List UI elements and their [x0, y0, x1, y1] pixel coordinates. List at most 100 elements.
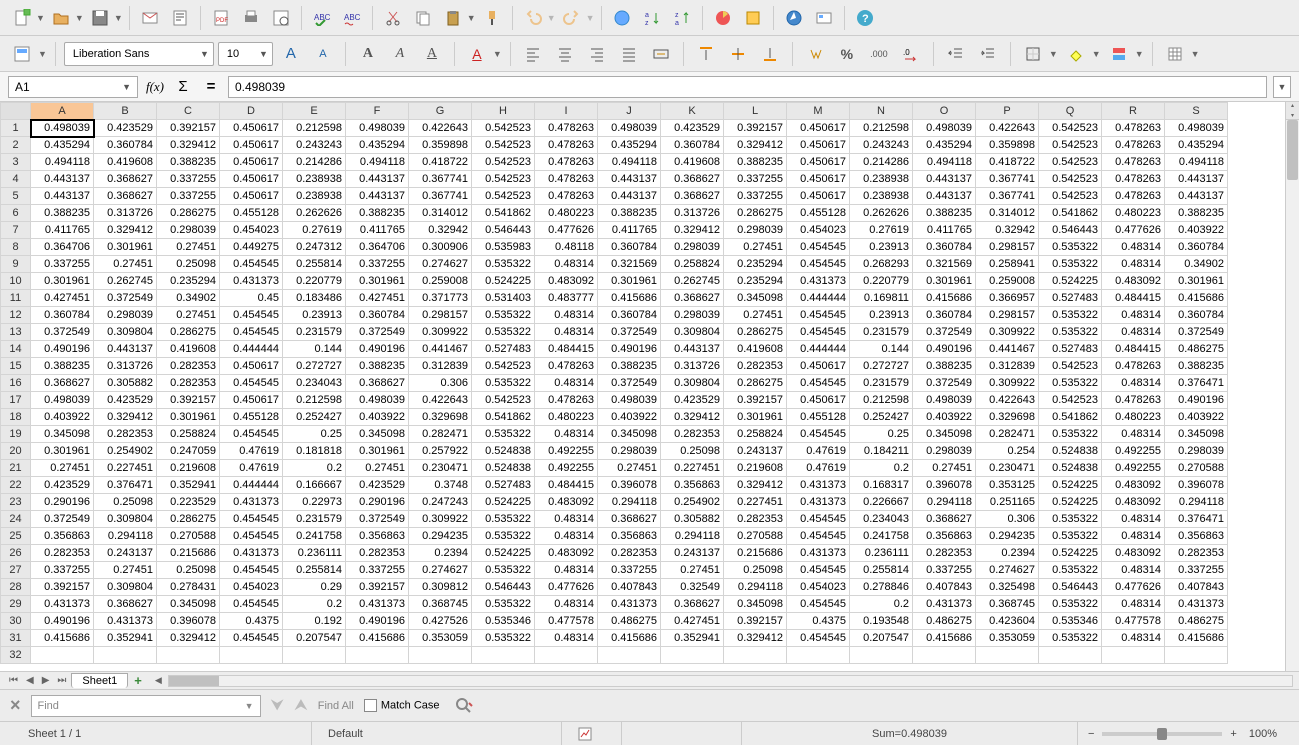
- cell-R29[interactable]: 0.48314: [1102, 596, 1165, 613]
- cell-D19[interactable]: 0.454545: [220, 426, 283, 443]
- cell-H5[interactable]: 0.542523: [472, 188, 535, 205]
- cell-Q32[interactable]: [1039, 647, 1102, 664]
- col-header-F[interactable]: F: [346, 103, 409, 120]
- cell-F18[interactable]: 0.403922: [346, 409, 409, 426]
- cell-C24[interactable]: 0.286275: [157, 511, 220, 528]
- cell-E17[interactable]: 0.212598: [283, 392, 346, 409]
- cell-H7[interactable]: 0.546443: [472, 222, 535, 239]
- cell-B19[interactable]: 0.282353: [94, 426, 157, 443]
- cell-J7[interactable]: 0.411765: [598, 222, 661, 239]
- cell-K16[interactable]: 0.309804: [661, 375, 724, 392]
- row-header-2[interactable]: 2: [1, 137, 31, 154]
- cell-E22[interactable]: 0.166667: [283, 477, 346, 494]
- cell-M5[interactable]: 0.450617: [787, 188, 850, 205]
- cell-P6[interactable]: 0.314012: [976, 205, 1039, 222]
- cell-F32[interactable]: [346, 647, 409, 664]
- cell-G27[interactable]: 0.274627: [409, 562, 472, 579]
- cell-S23[interactable]: 0.294118: [1165, 494, 1228, 511]
- cell-A30[interactable]: 0.490196: [31, 613, 94, 630]
- edit-icon[interactable]: [166, 4, 194, 32]
- cell-A32[interactable]: [31, 647, 94, 664]
- cell-P1[interactable]: 0.422643: [976, 120, 1039, 137]
- cell-O9[interactable]: 0.321569: [913, 256, 976, 273]
- cell-M14[interactable]: 0.444444: [787, 341, 850, 358]
- col-header-E[interactable]: E: [283, 103, 346, 120]
- cell-S30[interactable]: 0.486275: [1165, 613, 1228, 630]
- cell-L10[interactable]: 0.235294: [724, 273, 787, 290]
- cell-S25[interactable]: 0.356863: [1165, 528, 1228, 545]
- cell-R25[interactable]: 0.48314: [1102, 528, 1165, 545]
- cell-A28[interactable]: 0.392157: [31, 579, 94, 596]
- cell-L18[interactable]: 0.301961: [724, 409, 787, 426]
- cell-G14[interactable]: 0.441467: [409, 341, 472, 358]
- cell-M9[interactable]: 0.454545: [787, 256, 850, 273]
- cell-R31[interactable]: 0.48314: [1102, 630, 1165, 647]
- col-header-J[interactable]: J: [598, 103, 661, 120]
- cell-A14[interactable]: 0.490196: [31, 341, 94, 358]
- cell-B3[interactable]: 0.419608: [94, 154, 157, 171]
- cell-C4[interactable]: 0.337255: [157, 171, 220, 188]
- cell-D20[interactable]: 0.47619: [220, 443, 283, 460]
- cell-I8[interactable]: 0.48118: [535, 239, 598, 256]
- cell-L8[interactable]: 0.27451: [724, 239, 787, 256]
- cell-R19[interactable]: 0.48314: [1102, 426, 1165, 443]
- cell-P9[interactable]: 0.258941: [976, 256, 1039, 273]
- redo-icon[interactable]: [558, 4, 586, 32]
- cell-D8[interactable]: 0.449275: [220, 239, 283, 256]
- cell-M30[interactable]: 0.4375: [787, 613, 850, 630]
- cell-N26[interactable]: 0.236111: [850, 545, 913, 562]
- align-left-icon[interactable]: [519, 40, 547, 68]
- cell-D16[interactable]: 0.454545: [220, 375, 283, 392]
- cell-I3[interactable]: 0.478263: [535, 154, 598, 171]
- cell-C21[interactable]: 0.219608: [157, 460, 220, 477]
- cell-M29[interactable]: 0.454545: [787, 596, 850, 613]
- cell-L9[interactable]: 0.235294: [724, 256, 787, 273]
- cell-R28[interactable]: 0.477626: [1102, 579, 1165, 596]
- cell-F8[interactable]: 0.364706: [346, 239, 409, 256]
- cell-N25[interactable]: 0.241758: [850, 528, 913, 545]
- cell-B32[interactable]: [94, 647, 157, 664]
- cell-S27[interactable]: 0.337255: [1165, 562, 1228, 579]
- cell-H18[interactable]: 0.541862: [472, 409, 535, 426]
- cell-A1[interactable]: 0.498039: [31, 120, 94, 137]
- cell-K10[interactable]: 0.262745: [661, 273, 724, 290]
- cell-Q26[interactable]: 0.524225: [1039, 545, 1102, 562]
- col-header-N[interactable]: N: [850, 103, 913, 120]
- cell-C32[interactable]: [157, 647, 220, 664]
- cell-K1[interactable]: 0.423529: [661, 120, 724, 137]
- cell-F24[interactable]: 0.372549: [346, 511, 409, 528]
- cell-L14[interactable]: 0.419608: [724, 341, 787, 358]
- cell-J26[interactable]: 0.282353: [598, 545, 661, 562]
- status-sig-icon[interactable]: [562, 722, 622, 745]
- cell-J25[interactable]: 0.356863: [598, 528, 661, 545]
- cell-H8[interactable]: 0.535983: [472, 239, 535, 256]
- row-header-7[interactable]: 7: [1, 222, 31, 239]
- cell-S4[interactable]: 0.443137: [1165, 171, 1228, 188]
- cell-B31[interactable]: 0.352941: [94, 630, 157, 647]
- cell-N27[interactable]: 0.255814: [850, 562, 913, 579]
- cell-E10[interactable]: 0.220779: [283, 273, 346, 290]
- cell-P11[interactable]: 0.366957: [976, 290, 1039, 307]
- equals-icon[interactable]: =: [200, 78, 222, 95]
- cell-E1[interactable]: 0.212598: [283, 120, 346, 137]
- cell-O1[interactable]: 0.498039: [913, 120, 976, 137]
- cell-F9[interactable]: 0.337255: [346, 256, 409, 273]
- cell-E29[interactable]: 0.2: [283, 596, 346, 613]
- cell-A11[interactable]: 0.427451: [31, 290, 94, 307]
- cell-M20[interactable]: 0.47619: [787, 443, 850, 460]
- cell-E20[interactable]: 0.181818: [283, 443, 346, 460]
- cell-R16[interactable]: 0.48314: [1102, 375, 1165, 392]
- cell-B29[interactable]: 0.368627: [94, 596, 157, 613]
- cell-J30[interactable]: 0.486275: [598, 613, 661, 630]
- cell-C20[interactable]: 0.247059: [157, 443, 220, 460]
- cell-H21[interactable]: 0.524838: [472, 460, 535, 477]
- cell-E11[interactable]: 0.183486: [283, 290, 346, 307]
- align-middle-icon[interactable]: [724, 40, 752, 68]
- undo-icon[interactable]: [519, 4, 547, 32]
- cell-S21[interactable]: 0.270588: [1165, 460, 1228, 477]
- cell-E23[interactable]: 0.22973: [283, 494, 346, 511]
- col-header-R[interactable]: R: [1102, 103, 1165, 120]
- cell-P13[interactable]: 0.309922: [976, 324, 1039, 341]
- cell-K21[interactable]: 0.227451: [661, 460, 724, 477]
- cell-A2[interactable]: 0.435294: [31, 137, 94, 154]
